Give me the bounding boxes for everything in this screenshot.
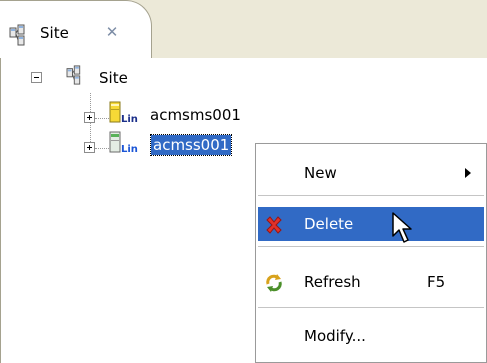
server-yellow-icon	[109, 101, 121, 123]
menu-separator	[258, 307, 484, 308]
menu-item-modify[interactable]: Modify...	[258, 319, 484, 353]
menu-item-label: New	[304, 164, 337, 182]
site-icon	[9, 24, 25, 46]
tree-node-acmss001[interactable]: acmss001	[149, 134, 233, 156]
tree-node-site[interactable]: Site	[99, 69, 128, 87]
collapse-toggle-site[interactable]	[31, 72, 42, 83]
server-green-icon	[109, 131, 121, 153]
tab-label: Site	[40, 24, 69, 42]
submenu-arrow-icon	[465, 168, 471, 178]
view-tab-strip: Site ✕	[0, 0, 487, 60]
expand-toggle-acmss001[interactable]	[84, 142, 95, 153]
tree-node-acmsms001[interactable]: acmsms001	[150, 106, 241, 124]
expand-toggle-acmsms001[interactable]	[84, 112, 95, 123]
menu-item-label: Refresh	[304, 273, 361, 291]
menu-item-label: Delete	[304, 215, 354, 233]
lin-tag: Lin	[121, 114, 138, 125]
menu-item-new[interactable]: New	[258, 156, 484, 190]
tab-site[interactable]: Site ✕	[0, 0, 152, 60]
tree-connector	[95, 118, 109, 119]
red-x-icon	[266, 216, 282, 234]
close-icon[interactable]: ✕	[104, 24, 120, 40]
menu-item-label: Modify...	[304, 327, 366, 345]
menu-item-refresh[interactable]: Refresh F5	[258, 265, 484, 299]
lin-tag: Lin	[121, 144, 138, 155]
menu-item-shortcut: F5	[427, 273, 446, 291]
menu-separator	[258, 246, 484, 247]
site-icon	[66, 65, 81, 85]
tree-connector	[95, 148, 109, 149]
menu-separator	[258, 195, 484, 196]
context-menu: New Delete Refresh F5 Modify...	[255, 143, 487, 363]
refresh-icon	[266, 274, 282, 292]
mouse-cursor-icon	[392, 212, 412, 243]
menu-item-delete[interactable]: Delete	[258, 207, 484, 241]
